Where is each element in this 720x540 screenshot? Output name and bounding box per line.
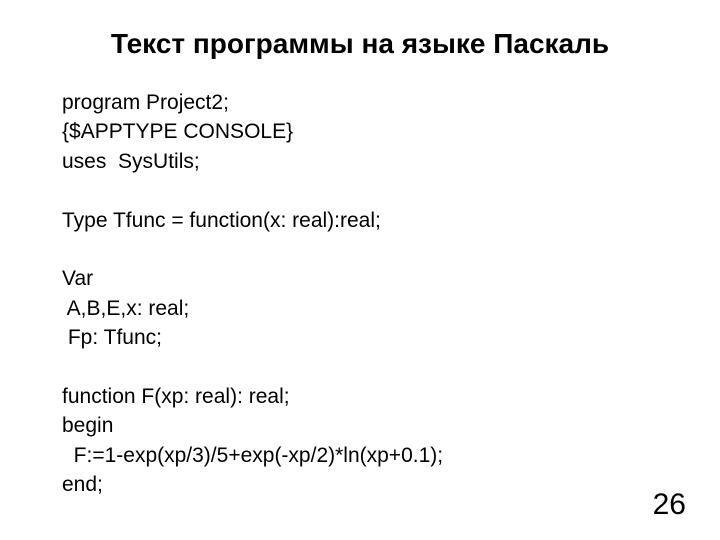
code-line: program Project2; — [62, 91, 229, 114]
code-line: {$APPTYPE CONSOLE} — [62, 120, 293, 143]
page-title: Текст программы на языке Паскаль — [0, 28, 720, 60]
code-line: A,B,E,x: real; — [62, 297, 189, 320]
code-line: Var — [62, 267, 93, 290]
page-number: 26 — [653, 488, 686, 522]
code-listing: program Project2; {$APPTYPE CONSOLE} use… — [62, 88, 443, 499]
code-line: end; — [62, 473, 103, 496]
code-line: Fp: Tfunc; — [62, 326, 162, 349]
code-line: uses SysUtils; — [62, 150, 200, 173]
code-line: F:=1-exp(xp/3)/5+exp(-xp/2)*ln(xp+0.1); — [62, 444, 443, 467]
code-line: begin — [62, 414, 113, 437]
code-line: function F(xp: real): real; — [62, 385, 290, 408]
code-line: Type Tfunc = function(x: real):real; — [62, 209, 381, 232]
